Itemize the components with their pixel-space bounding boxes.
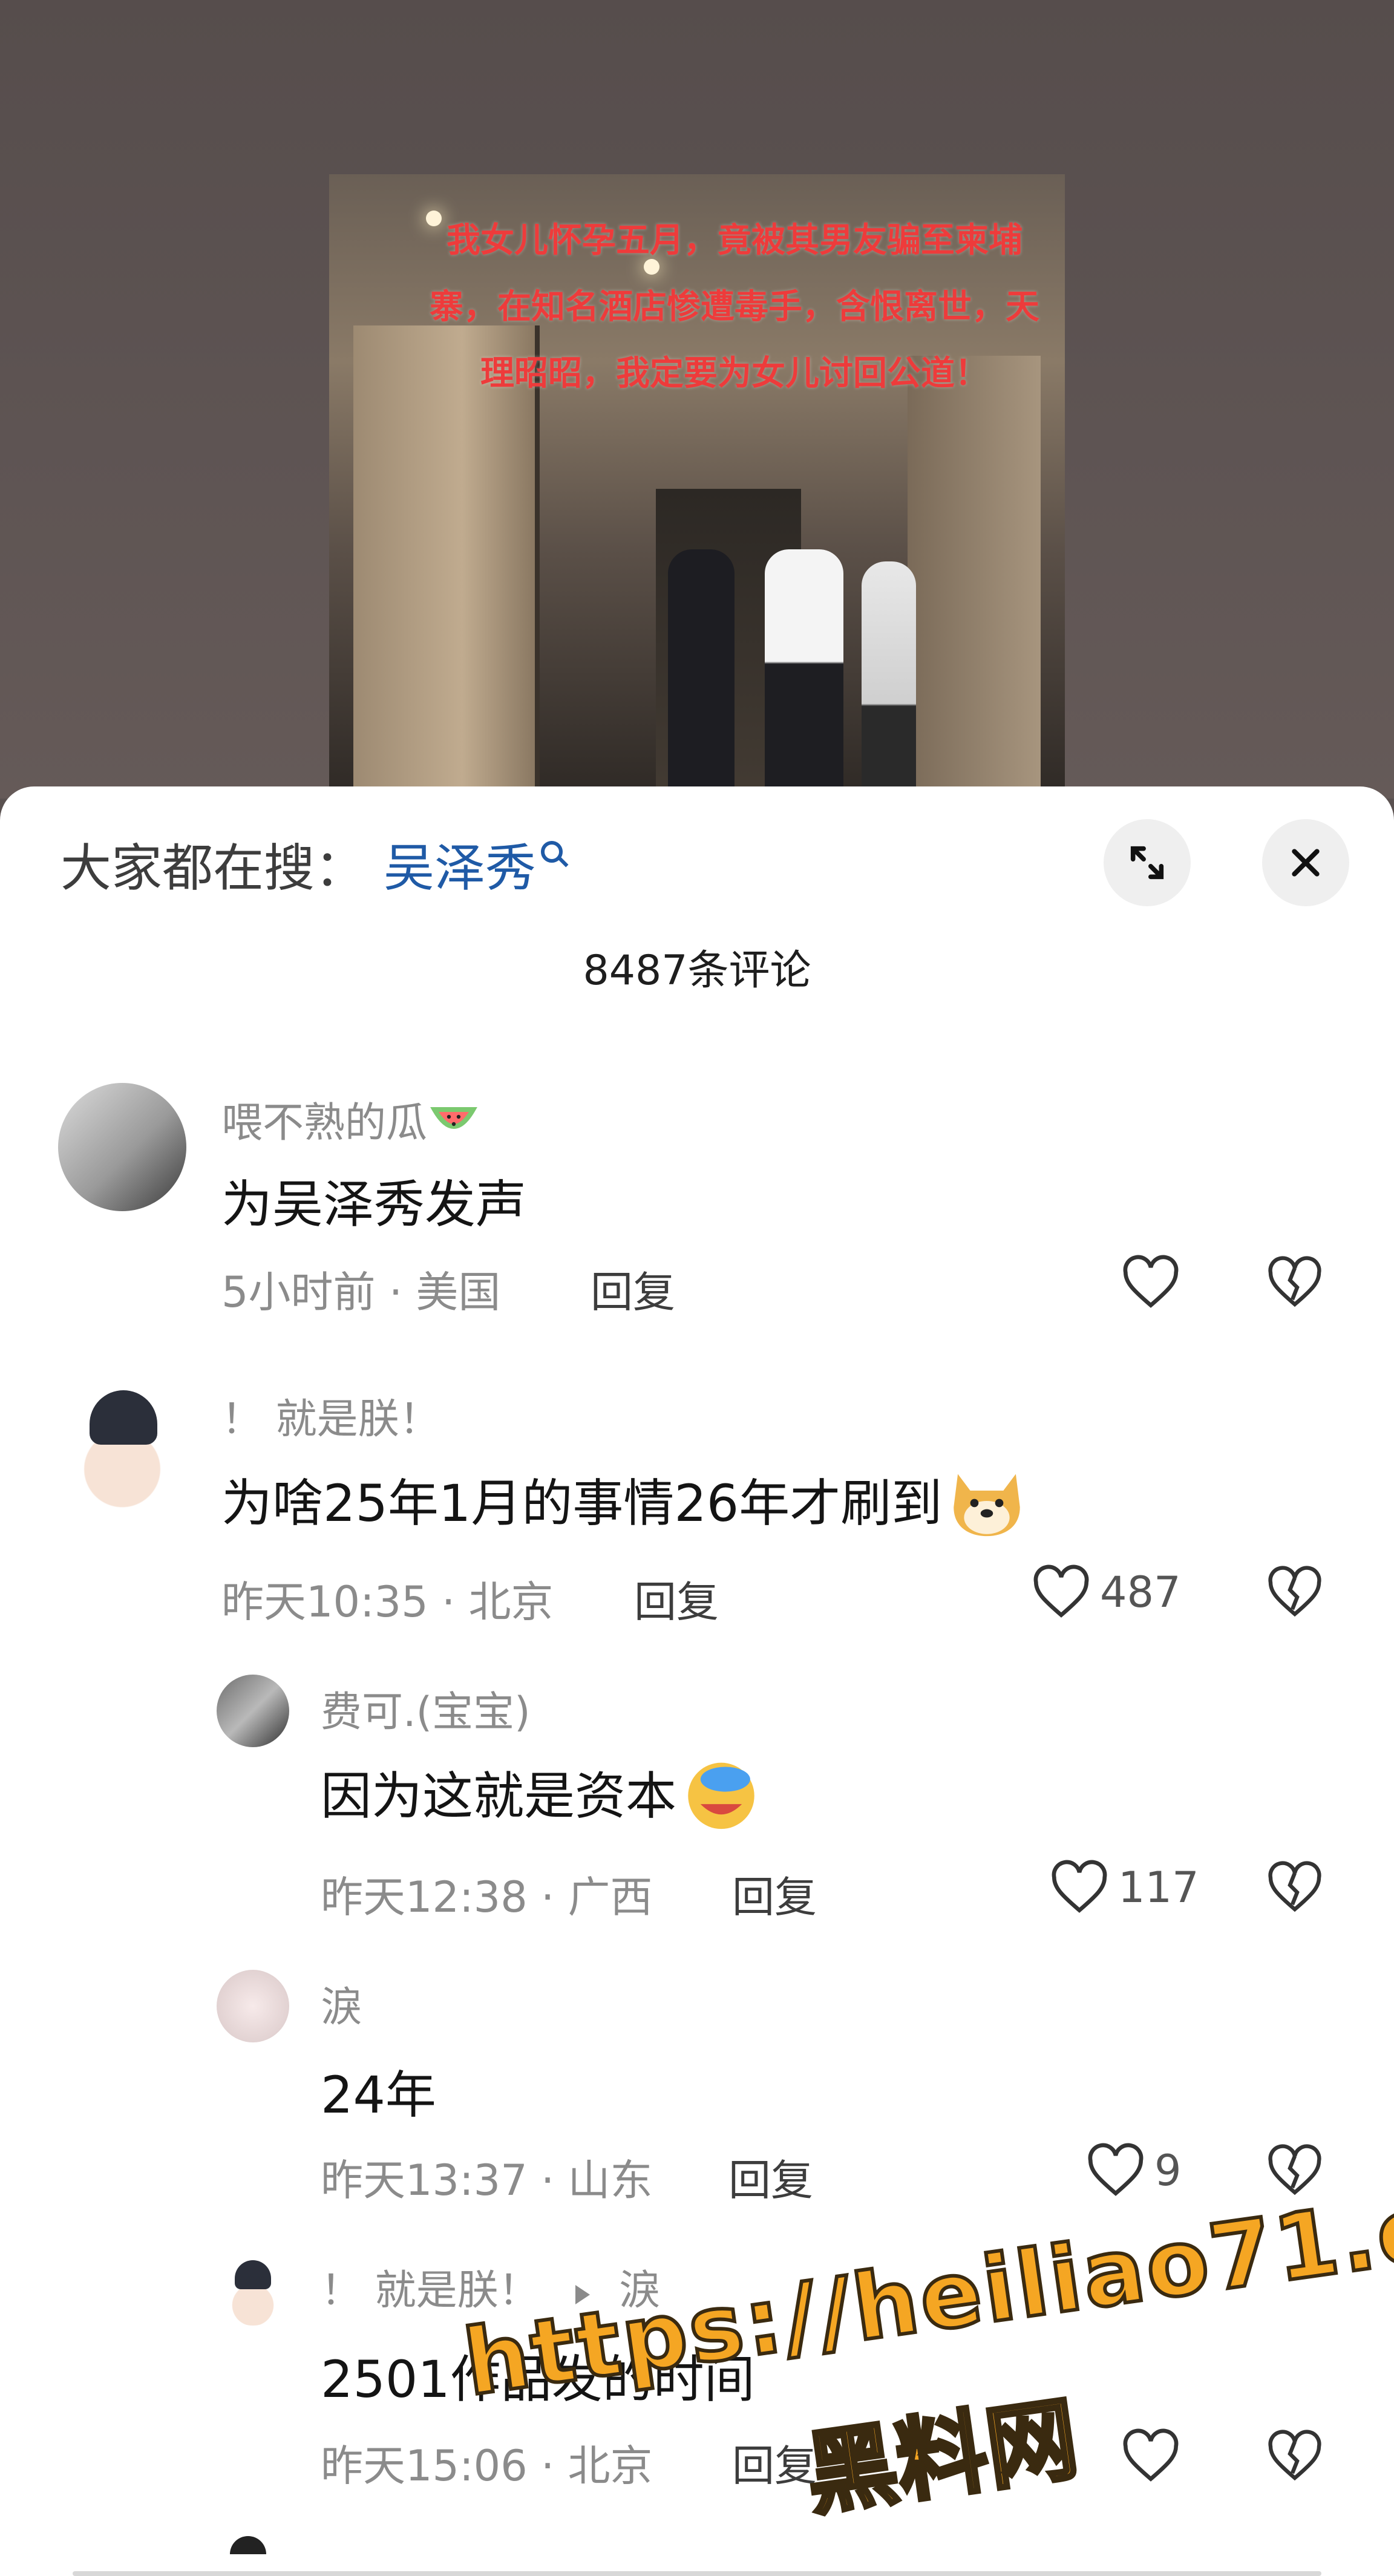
comment-time: 5小时前 [221, 1267, 376, 1317]
comment-author[interactable]: ！ 就是朕！ [221, 1385, 440, 1445]
heart-icon [1123, 2428, 1179, 2482]
comment-text: 因为这就是资本 [321, 1754, 764, 1845]
meta-separator: · [541, 1872, 555, 1922]
avatar[interactable] [217, 1675, 289, 1747]
comment-meta: 昨天13:37 · 山东 [321, 2146, 653, 2208]
like-button[interactable] [1121, 1255, 1189, 1310]
dislike-button[interactable] [1266, 1255, 1324, 1313]
comment-time: 昨天15:06 [321, 2441, 528, 2491]
dislike-button[interactable] [1266, 1860, 1324, 1918]
comment-author[interactable]: 淚 [321, 1973, 362, 2033]
video-scene-cabinet [908, 356, 1041, 799]
comment-text: 24年 [321, 2065, 436, 2125]
bottom-divider [73, 2571, 1321, 2576]
comment-time: 昨天12:38 [321, 1872, 528, 1922]
heart-icon [1123, 1255, 1179, 1308]
like-button[interactable] [1121, 2428, 1189, 2484]
like-count: 487 [1100, 1568, 1181, 1617]
comment-location: 广西 [568, 1872, 653, 1922]
avatar[interactable] [58, 1379, 186, 1508]
comment-time: 昨天10:35 [221, 1577, 428, 1627]
reply-button[interactable]: 回复 [634, 1568, 719, 1629]
broken-heart-icon [1268, 1566, 1321, 1617]
avatar[interactable] [217, 2253, 289, 2326]
trending-search[interactable]: 大家都在搜： 吴泽秀 [61, 834, 563, 898]
comment-location: 北京 [568, 2441, 653, 2491]
video-scene-person [668, 549, 735, 799]
comment-author[interactable]: 喂不熟的瓜 [221, 1089, 478, 1152]
broken-heart-icon [1268, 2144, 1321, 2195]
meta-separator: · [541, 2441, 555, 2491]
video-frame[interactable]: 我女儿怀孕五月，竟被其男友骗至柬埔寨，在知名酒店惨遭毒手，含恨离世，天理昭昭，我… [329, 174, 1065, 799]
expand-icon [1130, 846, 1164, 880]
comment-author[interactable]: 费可.(宝宝) [321, 1678, 531, 1738]
heart-icon [1033, 1564, 1089, 1618]
comment-meta: 昨天12:38 · 广西 [321, 1863, 653, 1924]
like-button[interactable]: 117 [1049, 1860, 1199, 1915]
comment-location: 山东 [568, 2156, 653, 2205]
search-icon [541, 841, 563, 863]
meta-separator: · [442, 1577, 456, 1627]
comment-time: 昨天13:37 [321, 2156, 528, 2205]
dislike-button[interactable] [1266, 2428, 1324, 2486]
comment-location: 美国 [416, 1267, 501, 1317]
broken-heart-icon [1268, 1256, 1321, 1307]
avatar[interactable] [58, 1083, 186, 1211]
broken-heart-icon [1268, 1861, 1321, 1912]
broken-heart-icon [1268, 2430, 1321, 2481]
watermelon-icon [430, 1099, 478, 1152]
heart-icon [1052, 1860, 1107, 1913]
avatar[interactable] [217, 1970, 289, 2042]
comment-location: 北京 [468, 1577, 554, 1627]
like-count: 9 [1154, 2146, 1182, 2195]
close-icon [1292, 849, 1320, 877]
meta-separator: · [388, 1267, 403, 1317]
comment-count: 8487条评论 [583, 947, 811, 995]
comment-text: 为吴泽秀发声 [221, 1175, 527, 1234]
expand-button[interactable] [1104, 819, 1191, 906]
close-button[interactable] [1262, 819, 1349, 906]
video-scene-person [862, 561, 916, 799]
reply-button[interactable]: 回复 [732, 1863, 817, 1924]
like-button[interactable]: 9 [1085, 2143, 1182, 2198]
reply-button[interactable]: 回复 [728, 2146, 813, 2208]
meta-separator: · [541, 2156, 555, 2205]
doge-emoji-icon [944, 1462, 1029, 1552]
dislike-button[interactable] [1266, 1564, 1324, 1623]
comment-meta: 昨天10:35 · 北京 [221, 1568, 554, 1629]
like-button[interactable]: 487 [1031, 1564, 1181, 1620]
comment-meta: 昨天15:06 · 北京 [321, 2432, 653, 2493]
like-count: 117 [1118, 1863, 1199, 1912]
heart-icon [1088, 2143, 1144, 2196]
reply-button[interactable]: 回复 [591, 1258, 675, 1319]
video-caption: 我女儿怀孕五月，竟被其男友骗至柬埔寨，在知名酒店惨遭毒手，含恨离世，天理昭昭，我… [430, 221, 1039, 393]
comment-text: 为啥25年1月的事情26年才刷到 [221, 1462, 1029, 1552]
trending-search-term[interactable]: 吴泽秀 [384, 828, 536, 901]
video-scene-person [765, 549, 843, 799]
comment-meta: 5小时前 · 美国 [221, 1258, 500, 1319]
trending-search-label: 大家都在搜： [61, 838, 366, 898]
facepalm-emoji-icon [679, 1754, 764, 1845]
